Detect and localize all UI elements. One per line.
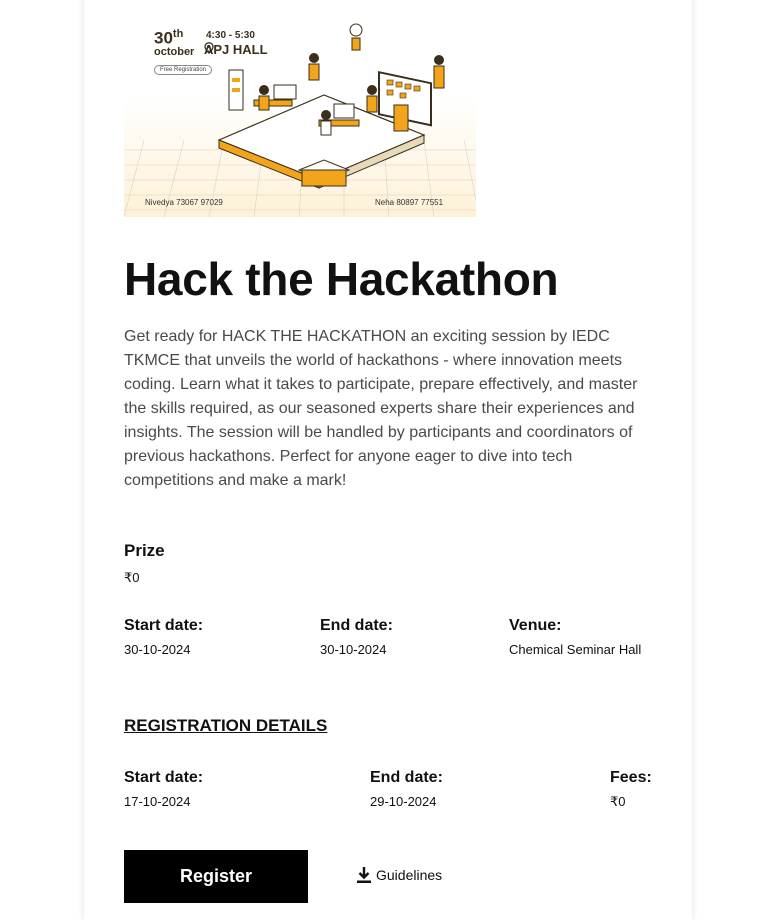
event-start-label: Start date: [124, 617, 204, 634]
poster-date-month: october [154, 46, 195, 58]
event-description: Get ready for HACK THE HACKATHON an exci… [124, 328, 638, 489]
guidelines-label: Guidelines [376, 867, 443, 883]
prize-value: ₹0 [124, 570, 140, 585]
registration-start-value: 17-10-2024 [124, 794, 191, 809]
registration-end-label: End date: [370, 769, 443, 786]
poster-contact-1: Nivedya 73067 97029 [145, 198, 223, 207]
prize-label: Prize [124, 541, 165, 560]
venue-value: Chemical Seminar Hall [509, 642, 642, 657]
registration-heading: REGISTRATION DETAILS [124, 716, 328, 735]
poster-free-badge: Free Registration [154, 65, 213, 75]
event-start-value: 30-10-2024 [124, 642, 191, 657]
registration-start-label: Start date: [124, 769, 204, 786]
event-end-label: End date: [320, 617, 393, 634]
download-icon [357, 867, 371, 883]
poster-venue: APJ HALL [204, 42, 268, 57]
guidelines-link[interactable]: Guidelines [356, 866, 442, 884]
fees-value: ₹0 [610, 794, 626, 809]
poster-contact-2: Neha 80897 77551 [375, 198, 444, 207]
register-button[interactable]: Register [124, 850, 308, 903]
event-poster: 30th october 4:30 - 5:30 APJ HALL Free R… [124, 0, 476, 217]
fees-label: Fees: [610, 769, 652, 786]
venue-label: Venue: [509, 617, 562, 634]
location-pin-icon [204, 42, 214, 54]
poster-time: 4:30 - 5:30 [206, 30, 255, 41]
event-end-value: 30-10-2024 [320, 642, 387, 657]
registration-end-value: 29-10-2024 [370, 794, 437, 809]
event-title: Hack the Hackathon [124, 253, 559, 305]
